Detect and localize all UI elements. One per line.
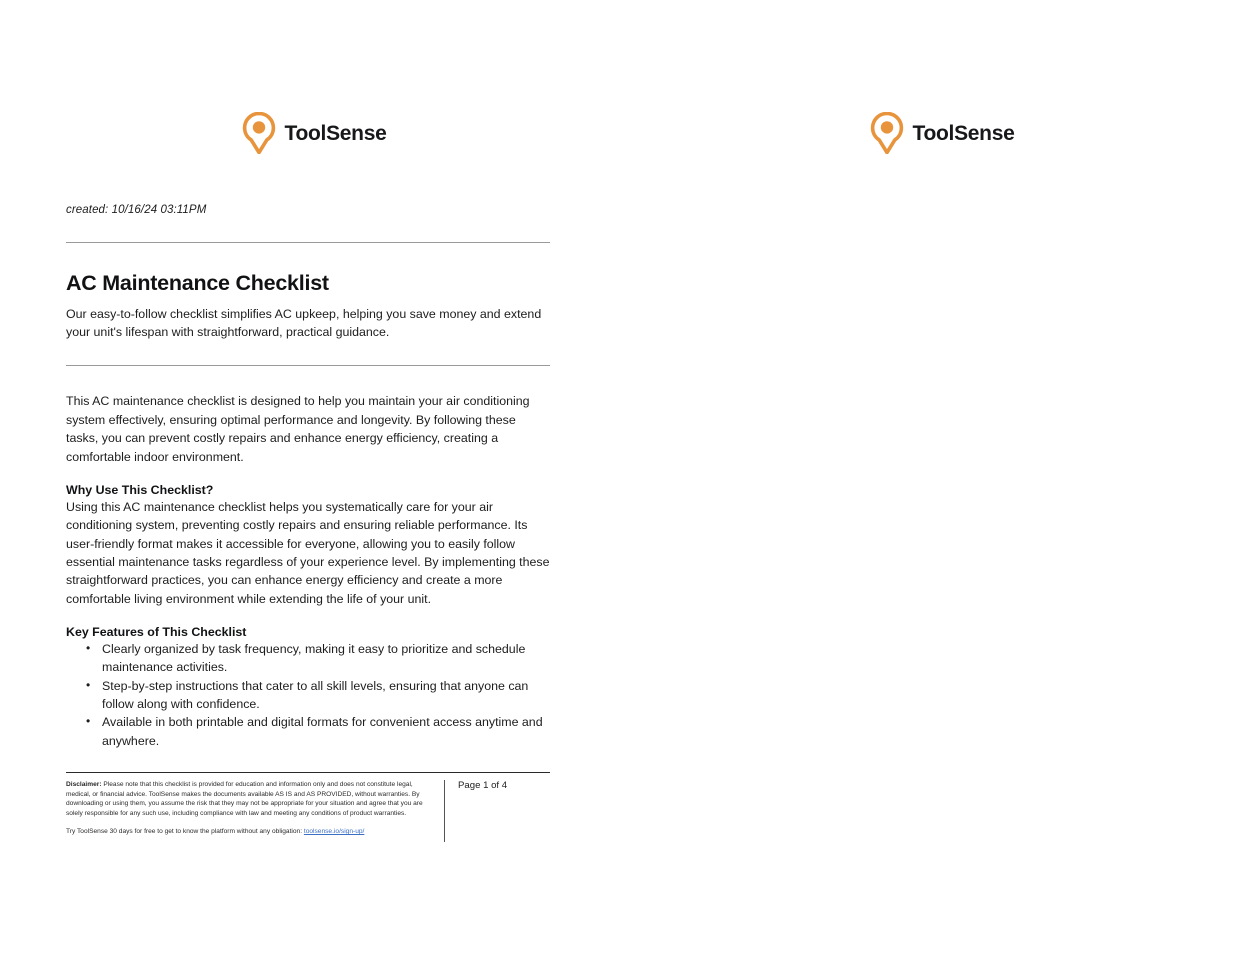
footer-disclaimer: Disclaimer: Please note that this checkl… xyxy=(66,780,444,842)
list-item: Step-by-step instructions that cater to … xyxy=(86,677,550,714)
page-1-content: created: 10/16/24 03:11PM AC Maintenance… xyxy=(66,204,550,750)
location-pin-icon xyxy=(242,112,276,154)
divider-top xyxy=(66,242,550,243)
intro-paragraph: This AC maintenance checklist is designe… xyxy=(66,394,530,464)
divider-bottom xyxy=(66,365,550,367)
promo-sentence: Try ToolSense 30 days for free to get to… xyxy=(66,828,304,836)
page-number: Page 1 of 4 xyxy=(444,780,550,842)
promo-text: Try ToolSense 30 days for free to get to… xyxy=(66,827,432,837)
page-title: AC Maintenance Checklist xyxy=(66,271,329,295)
page-1: ToolSense created: 10/16/24 03:11PM AC M… xyxy=(0,0,628,968)
why-use-paragraph: Using this AC maintenance checklist help… xyxy=(66,499,550,606)
key-features-list: Clearly organized by task frequency, mak… xyxy=(66,640,550,750)
document-viewport: ToolSense created: 10/16/24 03:11PM AC M… xyxy=(0,0,1256,968)
disclaimer-text: Disclaimer: Please note that this checkl… xyxy=(66,780,432,818)
key-features-heading: Key Features of This Checklist xyxy=(66,625,247,640)
disclaimer-body: Please note that this checklist is provi… xyxy=(66,781,423,817)
created-timestamp: created: 10/16/24 03:11PM xyxy=(66,204,207,216)
brand-logo-page-1: ToolSense xyxy=(0,112,628,154)
brand-wordmark: ToolSense xyxy=(284,121,387,145)
page-subtitle: Our easy-to-follow checklist simplifies … xyxy=(66,306,542,340)
signup-link[interactable]: toolsense.io/sign-up/ xyxy=(304,828,364,835)
list-item: Available in both printable and digital … xyxy=(86,713,550,750)
list-item: Clearly organized by task frequency, mak… xyxy=(86,640,550,677)
brand-wordmark: ToolSense xyxy=(912,121,1015,145)
location-pin-icon xyxy=(870,112,904,154)
footer-page-1: Disclaimer: Please note that this checkl… xyxy=(66,772,550,842)
disclaimer-label: Disclaimer: xyxy=(66,781,102,788)
why-use-heading: Why Use This Checklist? xyxy=(66,482,214,497)
brand-logo-page-2: ToolSense xyxy=(628,112,1256,154)
page-2: ToolSense Daily Tasks Check thermostat s… xyxy=(628,0,1256,968)
